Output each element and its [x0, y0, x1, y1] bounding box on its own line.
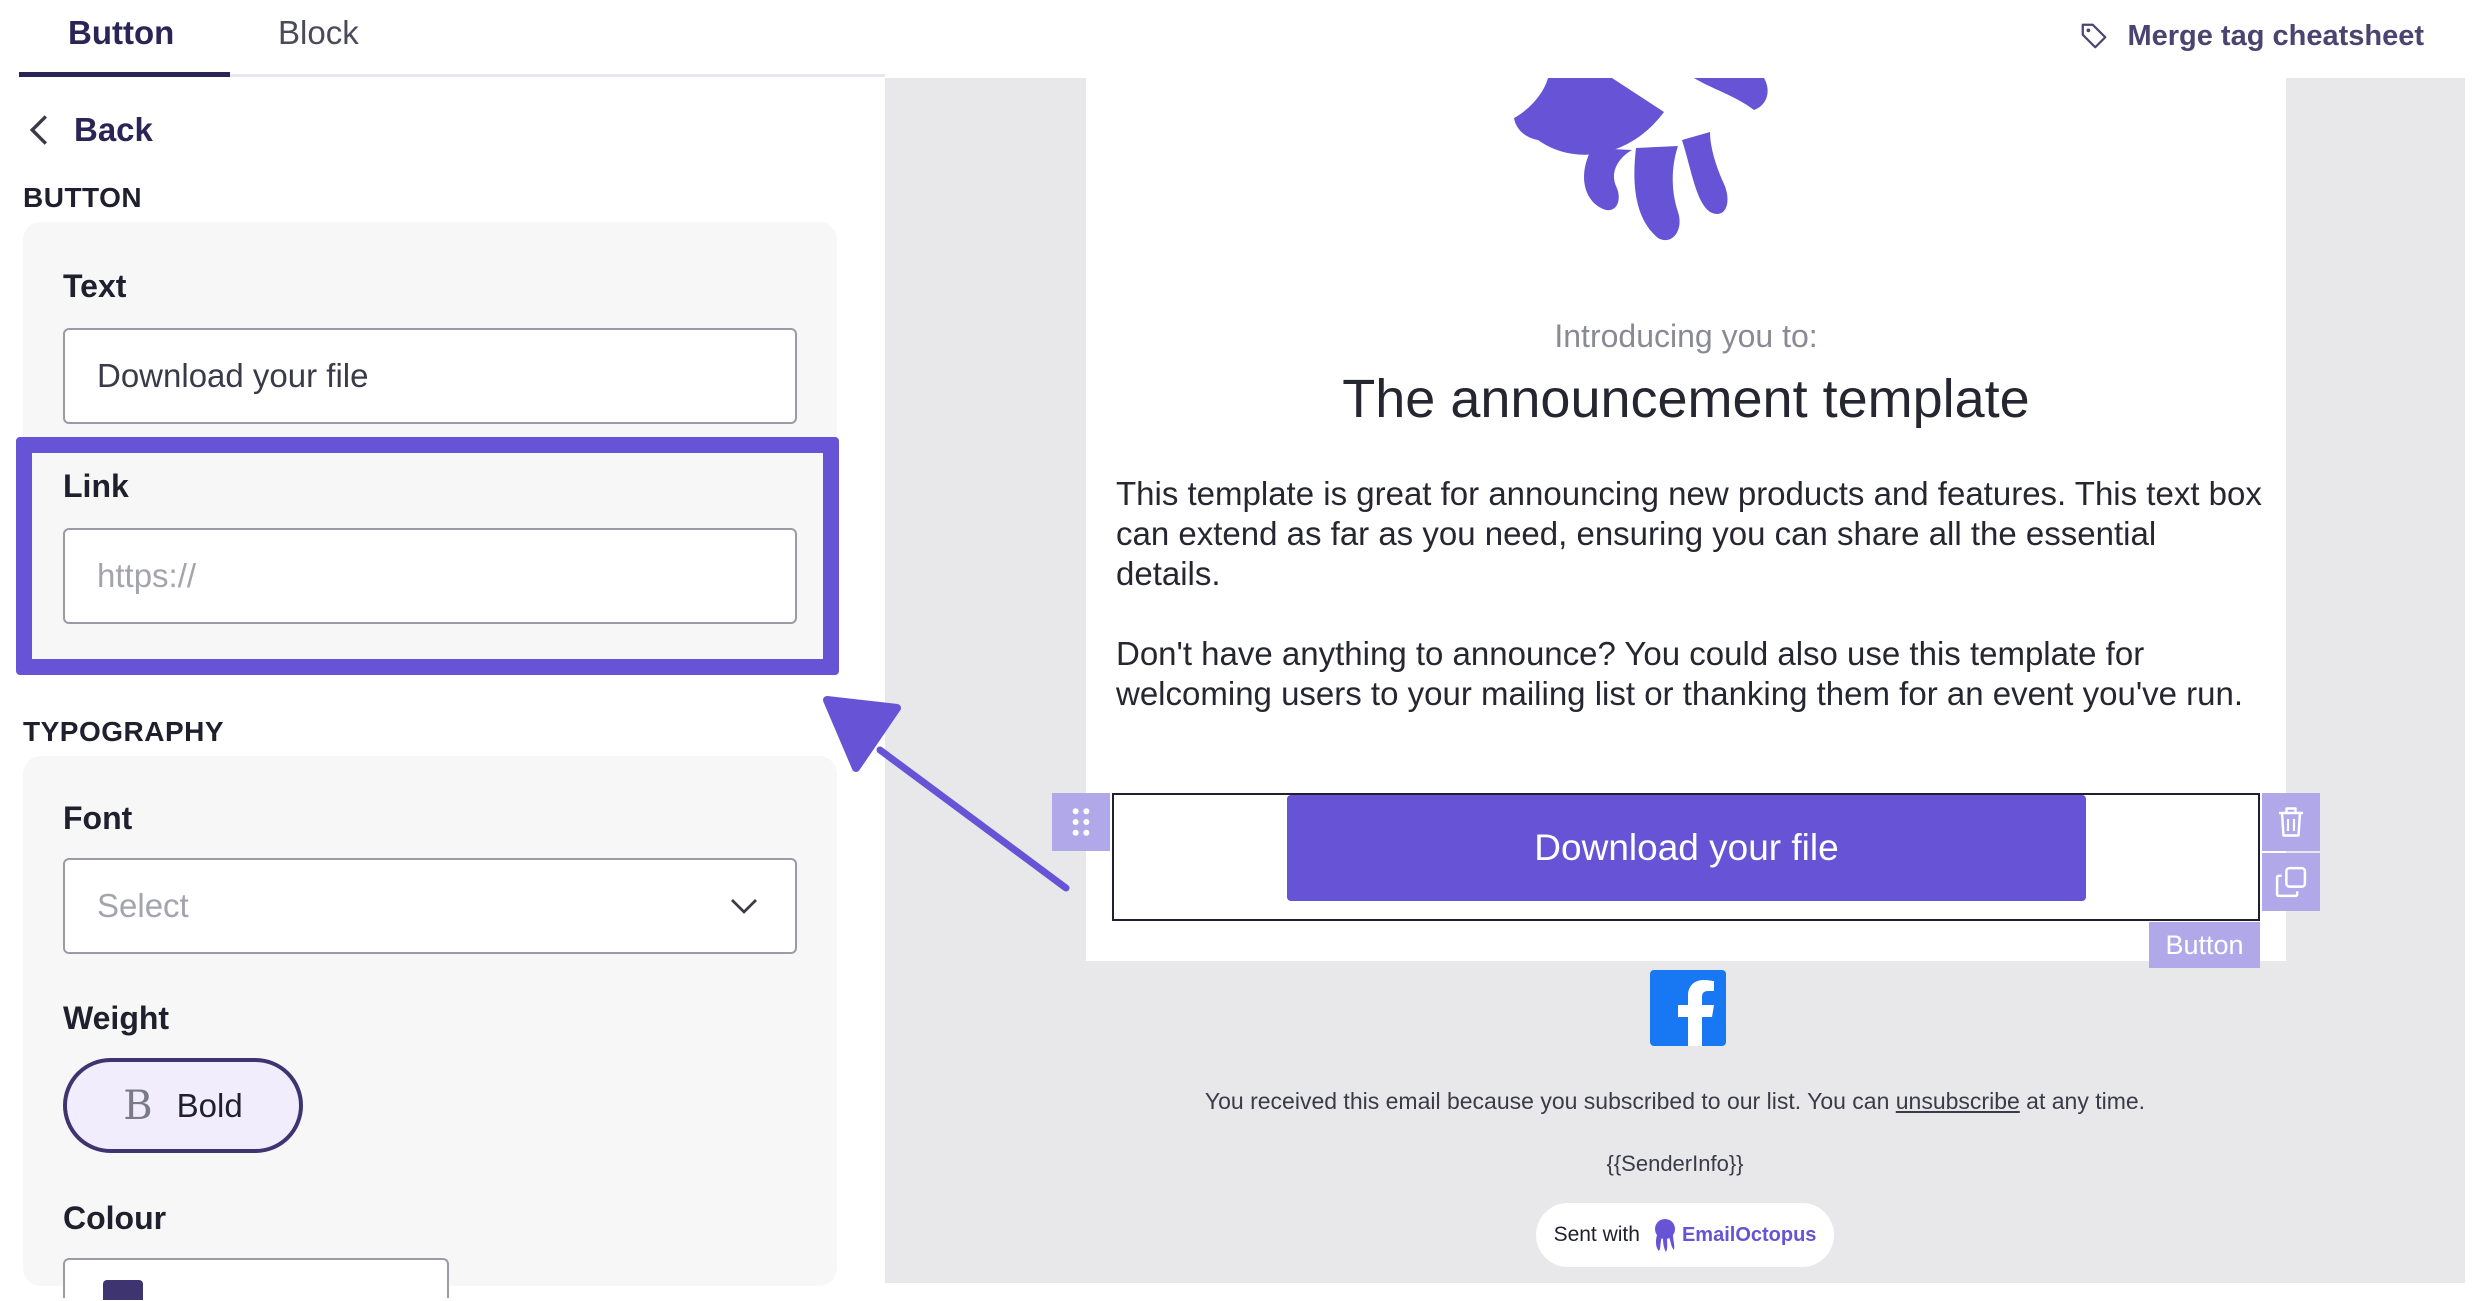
delete-block-button[interactable] [2262, 793, 2320, 851]
email-title: The announcement template [1342, 369, 2030, 429]
cheatsheet-label: Merge tag cheatsheet [2127, 19, 2424, 52]
back-button[interactable]: Back [28, 106, 153, 154]
email-preview-canvas: Introducing you to: The announcement tem… [885, 78, 2465, 1283]
tab-button[interactable]: Button [68, 0, 174, 78]
button-section-heading: BUTTON [23, 182, 143, 213]
email-intro: Introducing you to: [1554, 318, 1818, 354]
duplicate-block-button[interactable] [2262, 853, 2320, 911]
text-field-label: Text [63, 268, 127, 304]
facebook-icon[interactable] [1650, 970, 1726, 1046]
colour-picker[interactable] [63, 1258, 449, 1300]
octopus-logo [1514, 78, 1768, 241]
back-label: Back [74, 111, 153, 148]
drag-handle-icon[interactable] [1052, 793, 1110, 851]
unsubscribe-link[interactable]: unsubscribe [1896, 1088, 2020, 1114]
font-select-placeholder: Select [97, 887, 189, 924]
font-field-label: Font [63, 800, 133, 836]
trash-icon [2279, 807, 2303, 837]
typography-section-heading: TYPOGRAPHY [23, 716, 225, 747]
chevron-down-icon [731, 899, 757, 914]
badge-prefix: Sent with [1553, 1223, 1640, 1246]
download-file-button[interactable]: Download your file [1287, 795, 2086, 901]
bold-weight-button[interactable]: B Bold [63, 1058, 303, 1153]
colour-field-label: Colour [63, 1200, 167, 1236]
footer-notice: You received this email because you subs… [885, 1088, 2465, 1115]
footer-prefix: You received this email because you subs… [1204, 1088, 1896, 1114]
weight-field-label: Weight [63, 1000, 170, 1036]
font-select[interactable]: Select [63, 858, 797, 954]
merge-tag-cheatsheet-link[interactable]: Merge tag cheatsheet [2079, 14, 2424, 58]
bold-label: Bold [176, 1086, 243, 1124]
badge-brand: EmailOctopus [1681, 1223, 1817, 1246]
sender-info: {{SenderInfo}} [1606, 1151, 1744, 1176]
button-text-input[interactable]: Download your file [63, 328, 797, 424]
link-placeholder: https:// [97, 557, 197, 594]
tab-divider [230, 74, 885, 77]
duplicate-icon [2275, 866, 2307, 898]
emailoctopus-logo-icon [1654, 1219, 1675, 1252]
colour-swatch [103, 1280, 143, 1300]
block-type-tag: Button [2149, 922, 2260, 968]
active-tab-indicator [19, 72, 230, 77]
email-paragraph-2: Don't have anything to announce? You cou… [1116, 635, 2244, 712]
email-paragraph-1: This template is great for announcing ne… [1116, 475, 2262, 592]
tag-icon [2082, 23, 2107, 49]
tab-block[interactable]: Block [278, 0, 359, 78]
top-bar: Button Block Merge tag cheatsheet [0, 0, 2486, 78]
button-text-value: Download your file [97, 357, 369, 394]
link-field-label: Link [63, 468, 129, 504]
link-input[interactable]: https:// [63, 528, 797, 624]
chevron-left-icon [29, 115, 48, 145]
bold-icon: B [123, 1082, 153, 1129]
footer-suffix: at any time. [2019, 1088, 2146, 1114]
sent-with-badge[interactable]: Sent with EmailOctopus [1536, 1203, 1834, 1267]
